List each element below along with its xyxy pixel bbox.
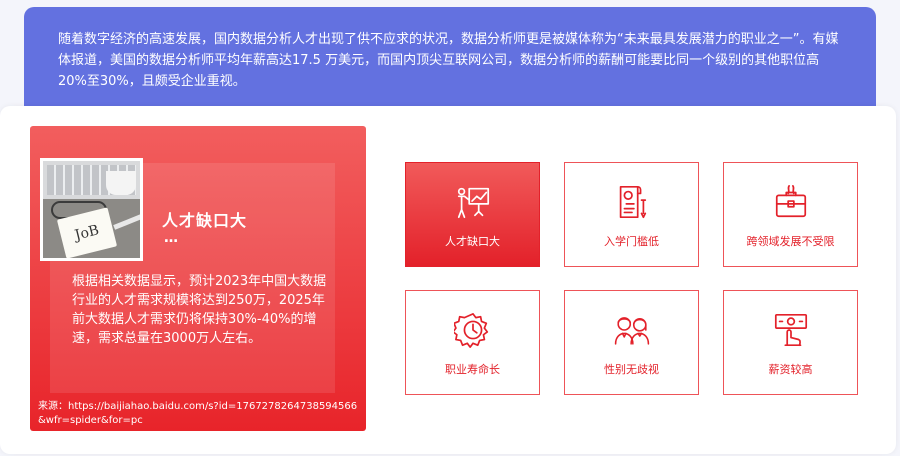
tile-talent-gap[interactable]: 人才缺口大 bbox=[405, 162, 540, 267]
tile-label: 入学门槛低 bbox=[604, 235, 659, 248]
presentation-chart-icon bbox=[457, 187, 489, 219]
coffee-cup-image bbox=[106, 171, 136, 195]
certificate-icon bbox=[619, 185, 646, 219]
pen-image bbox=[113, 213, 140, 230]
tile-gender-equal[interactable]: 性别无歧视 bbox=[564, 290, 699, 395]
tile-label: 薪资较高 bbox=[768, 363, 813, 376]
tile-long-career[interactable]: 职业寿命长 bbox=[405, 290, 540, 395]
source-link[interactable]: 来源：https://baijiahao.baidu.com/s?id=1767… bbox=[38, 400, 363, 428]
briefcase-icon bbox=[775, 184, 806, 218]
money-hand-icon bbox=[774, 313, 807, 347]
tile-high-salary[interactable]: 薪资较高 bbox=[723, 290, 858, 395]
feature-dots: … bbox=[164, 230, 180, 246]
tile-label: 跨领域发展不受限 bbox=[746, 235, 835, 248]
tile-cross-domain[interactable]: 跨领域发展不受限 bbox=[723, 162, 858, 267]
feature-description: 根据相关数据显示，预计2023年中国大数据行业的人才需求规模将达到250万，20… bbox=[72, 274, 327, 346]
job-photo: JoB bbox=[40, 158, 143, 261]
tile-low-entry[interactable]: 入学门槛低 bbox=[564, 162, 699, 267]
main-card: JoB 人才缺口大 … 根据相关数据显示，预计2023年中国大数据行业的人才需求… bbox=[0, 106, 896, 454]
tile-label: 性别无歧视 bbox=[604, 363, 659, 376]
intro-text: 随着数字经济的高速发展，国内数据分析人才出现了供不应求的状况，数据分析师更是被媒… bbox=[58, 32, 839, 89]
tile-label: 职业寿命长 bbox=[445, 363, 500, 376]
tile-label: 人才缺口大 bbox=[445, 235, 500, 248]
gear-clock-icon bbox=[453, 312, 488, 348]
feature-title: 人才缺口大 bbox=[162, 211, 248, 230]
feature-panel: JoB 人才缺口大 … 根据相关数据显示，预计2023年中国大数据行业的人才需求… bbox=[30, 126, 366, 431]
male-female-icon bbox=[614, 317, 649, 345]
